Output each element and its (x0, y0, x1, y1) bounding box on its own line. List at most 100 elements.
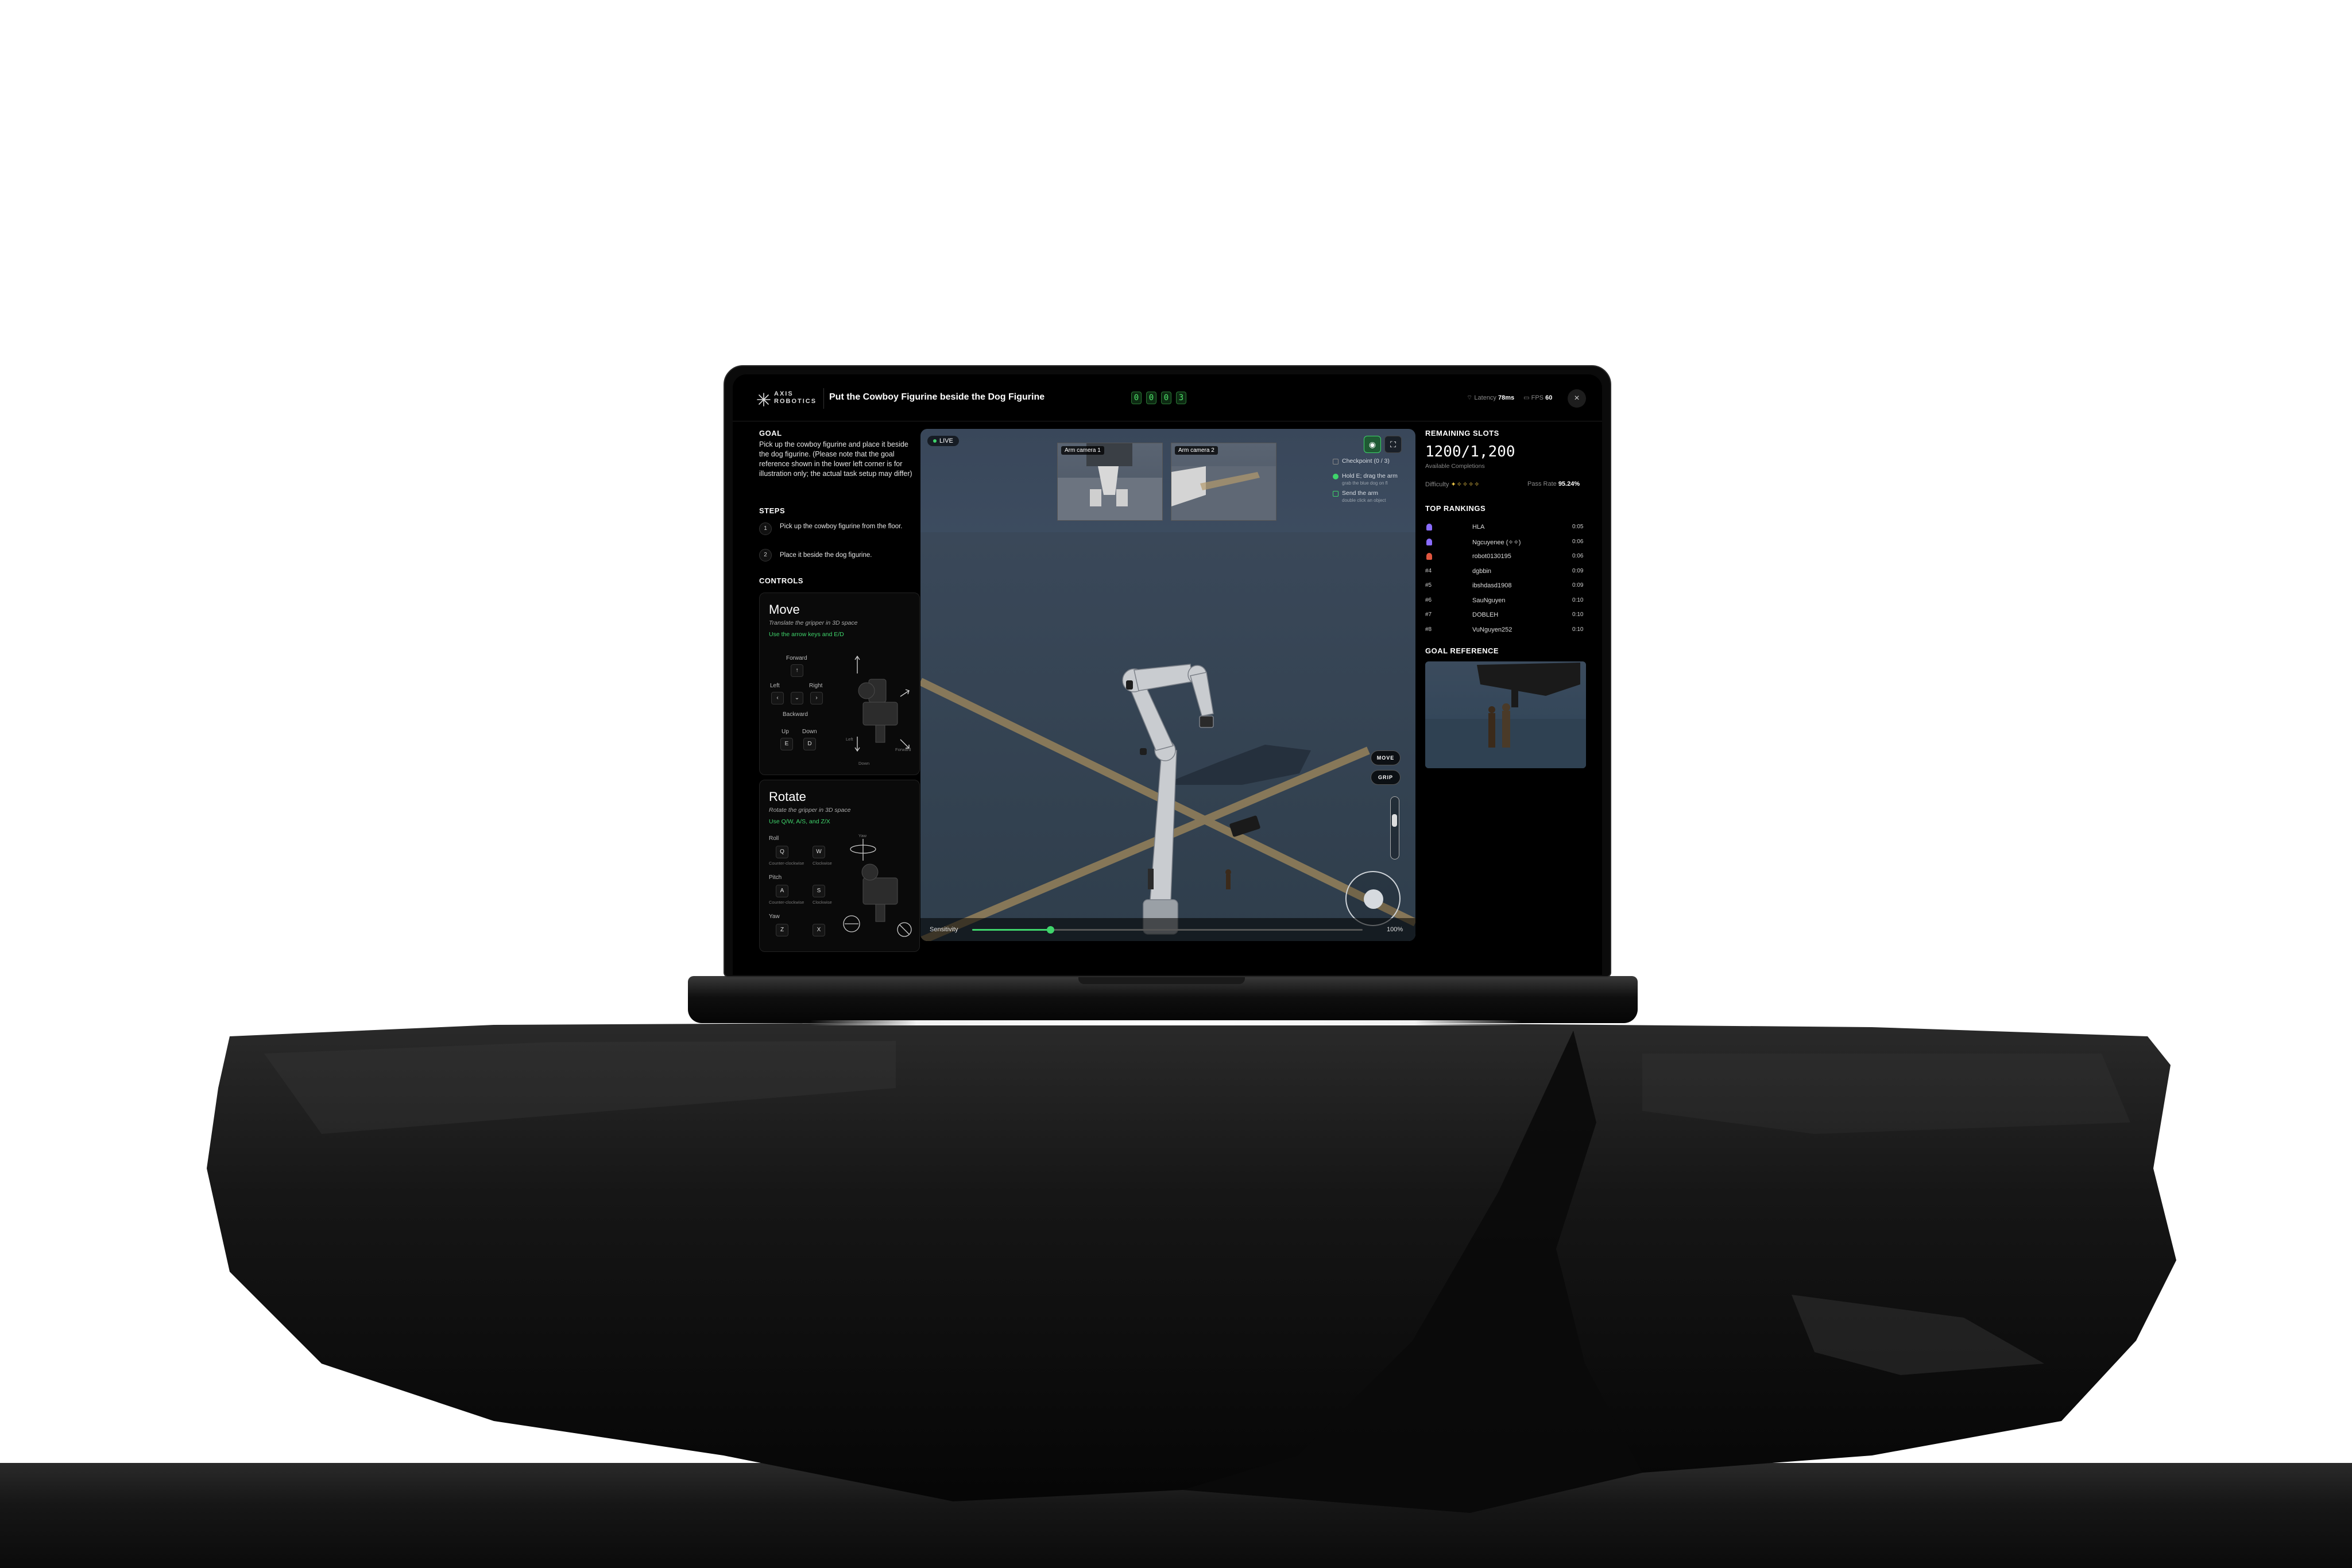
medal-icon (1426, 553, 1432, 560)
checkpoint-1-sub: grab the blue dog on fl (1342, 481, 1388, 486)
slots-value: 1200/1,200 (1425, 443, 1515, 460)
goal-text: Pick up the cowboy figurine and place it… (759, 440, 912, 478)
fullscreen-button[interactable]: ⛶ (1384, 436, 1402, 453)
fps-value: 60 (1545, 394, 1553, 401)
move-hint: Use the arrow keys and E/D (769, 631, 844, 638)
camera-1-label: Arm camera 1 (1061, 446, 1104, 455)
ranking-name: HLA (1472, 524, 1485, 531)
close-button[interactable]: × (1568, 389, 1586, 408)
key-x: X (813, 924, 825, 936)
task-title: Put the Cowboy Figurine beside the Dog F… (829, 392, 1045, 402)
ranking-name: robot0130195 (1472, 553, 1511, 560)
camera-toggle-button[interactable]: ◉ (1364, 436, 1381, 453)
top-rankings-title: TOP RANKINGS (1425, 504, 1486, 513)
key-w: W (813, 846, 825, 858)
laptop-notch (1078, 976, 1245, 984)
rotate-robot-diagram-icon (843, 839, 912, 937)
difficulty-label: Difficulty (1425, 481, 1449, 488)
checkpoint-2-sub: double click an object (1342, 498, 1386, 503)
rotate-subtitle: Rotate the gripper in 3D space (769, 807, 851, 814)
diagram-down-label: Down (858, 761, 870, 766)
live-badge: LIVE (927, 436, 959, 446)
ranking-time: 0:10 (1572, 626, 1584, 633)
rock-pedestal (207, 1023, 2176, 1513)
key-left: ‹ (771, 692, 784, 704)
medal-icon (1426, 524, 1432, 531)
diagram-left-label: Left (846, 737, 853, 742)
joystick-knob[interactable] (1364, 889, 1383, 909)
key-up: ↑ (791, 664, 803, 677)
sensitivity-label: Sensitivity (930, 926, 958, 933)
ranking-name: DOBLEH (1472, 611, 1499, 618)
roll-cw-label: Clockwise (813, 861, 832, 866)
camera-2-label: Arm camera 2 (1175, 446, 1218, 455)
header-divider (823, 388, 824, 409)
down-label: Down (802, 729, 817, 735)
rotate-title: Rotate (769, 789, 806, 804)
fps-stat: ▭ FPS 60 (1523, 394, 1552, 402)
move-card: Move Translate the gripper in 3D space U… (759, 593, 920, 775)
ranking-time: 0:09 (1572, 582, 1584, 589)
backward-label: Backward (783, 711, 808, 718)
left-label: Left (770, 683, 780, 689)
key-z: Z (776, 924, 788, 936)
rotate-card: Rotate Rotate the gripper in 3D space Us… (759, 780, 920, 952)
arm-camera-1[interactable]: Arm camera 1 (1057, 443, 1163, 521)
timer-digit: 0 (1131, 392, 1142, 404)
arm-camera-2[interactable]: Arm camera 2 (1171, 443, 1276, 521)
checkpoint-flag-icon (1333, 459, 1339, 464)
timer-digit: 0 (1161, 392, 1171, 404)
ranking-name: ibshdasd1908 (1472, 582, 1512, 589)
ranking-position: #7 (1425, 611, 1432, 618)
move-mode-button[interactable]: MOVE (1371, 750, 1401, 765)
medal-icon (1426, 538, 1432, 545)
latency-stat: ⌔ Latency 78ms (1467, 394, 1514, 402)
latency-value: 78ms (1498, 394, 1515, 401)
timer-digit: 0 (1146, 392, 1156, 404)
forward-label: Forward (786, 655, 807, 661)
ranking-time: 0:10 (1572, 611, 1584, 618)
height-slider[interactable] (1390, 796, 1399, 860)
ranking-position: #8 (1425, 626, 1432, 633)
key-e: E (780, 738, 793, 750)
ranking-row: #8 VuNguyen252 0:10 (1425, 624, 1586, 637)
key-a: A (776, 885, 788, 897)
sensitivity-fill (972, 929, 1050, 931)
ranking-row: #4 dgbbin 0:09 (1425, 566, 1586, 578)
brand-name: AXIS ROBOTICS (774, 390, 817, 405)
up-label: Up (782, 729, 789, 735)
checkpoint-active-icon (1333, 474, 1339, 479)
goal-reference-image[interactable] (1425, 661, 1586, 768)
yaw-label: Yaw (769, 913, 780, 920)
ranking-name: Ngcuyenee (✧✧) (1472, 539, 1521, 546)
goal-title: GOAL (759, 429, 782, 438)
wifi-icon: ⌔ (1467, 394, 1473, 401)
ranking-time: 0:06 (1572, 538, 1584, 545)
checkpoint-header: Checkpoint (0 / 3) (1342, 458, 1390, 464)
sensitivity-slider[interactable] (972, 926, 1363, 934)
key-q: Q (776, 846, 788, 858)
timer-digit: 3 (1176, 392, 1186, 404)
ranking-name: VuNguyen252 (1472, 626, 1512, 633)
sensitivity-bar: Sensitivity 100% (920, 918, 1415, 941)
ranking-row: #5 ibshdasd1908 0:09 (1425, 580, 1586, 593)
sensitivity-thumb[interactable] (1047, 926, 1054, 934)
ranking-time: 0:09 (1572, 567, 1584, 574)
ranking-name: dgbbin (1472, 567, 1492, 575)
live-label: LIVE (939, 438, 953, 444)
grip-mode-button[interactable]: GRIP (1371, 770, 1401, 785)
ranking-time: 0:10 (1572, 597, 1584, 603)
diagram-forward-label: Forward (895, 747, 911, 752)
ranking-row: HLA 0:05 (1425, 521, 1586, 534)
steps-title: STEPS (759, 506, 786, 515)
header: AXIS ROBOTICS Put the Cowboy Figurine be… (733, 374, 1602, 421)
ranking-row: Ngcuyenee (✧✧) 0:06 (1425, 536, 1586, 549)
key-d: D (803, 738, 816, 750)
right-label: Right (809, 683, 823, 689)
ranking-position: #6 (1425, 597, 1432, 603)
sim-viewport[interactable]: LIVE Arm camera 1 Arm camera 2 ◉ ⛶ Check… (920, 429, 1415, 941)
checkpoint-pending-icon (1333, 491, 1339, 497)
ranking-row: #6 SauNguyen 0:10 (1425, 595, 1586, 607)
step-number: 1 (759, 522, 772, 535)
height-slider-thumb[interactable] (1392, 814, 1397, 827)
